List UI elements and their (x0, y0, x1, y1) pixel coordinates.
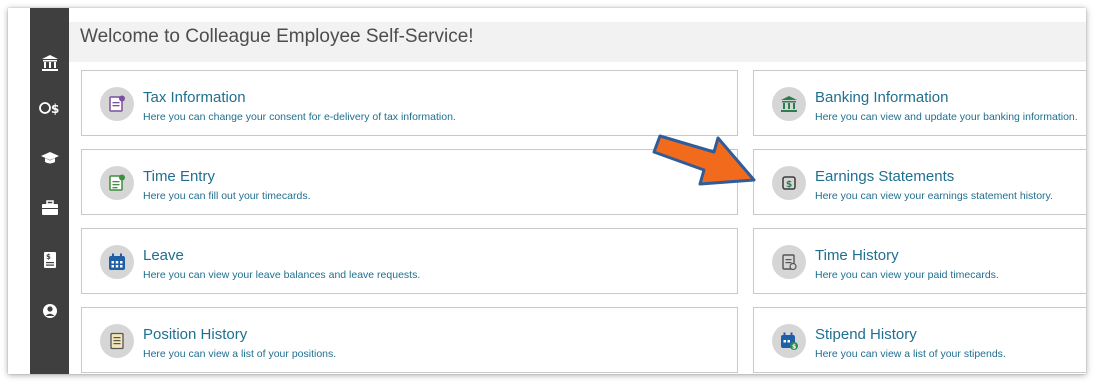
tile-icon-circle (100, 245, 134, 279)
sidebar-item-briefcase[interactable] (30, 196, 69, 220)
money-exchange-icon: $ (38, 102, 59, 116)
pay-stub-icon: $ (43, 252, 56, 268)
timecard-icon (109, 174, 125, 191)
bank-icon (781, 96, 797, 112)
tile-leave[interactable]: Leave Here you can view your leave balan… (81, 228, 738, 294)
tile-description: Here you can view your earnings statemen… (815, 190, 1053, 202)
sidebar-item-education[interactable] (30, 146, 69, 170)
tile-description: Here you can fill out your timecards. (143, 190, 311, 202)
calendar-icon (109, 253, 125, 270)
tile-icon-circle (100, 166, 134, 200)
pointer-arrow-icon (652, 134, 756, 186)
stipend-calendar-icon: $ (781, 332, 798, 351)
tile-icon-circle (100, 87, 134, 121)
page-header: Welcome to Colleague Employee Self-Servi… (69, 22, 1086, 62)
tile-description: Here you can view your leave balances an… (143, 269, 421, 281)
tile-description: Here you can view a list of your positio… (143, 348, 337, 360)
tile-tax-information[interactable]: Tax Information Here you can change your… (81, 70, 738, 136)
app-window: $ $ Welcome to Colleague Employee Self-S… (8, 8, 1086, 374)
tile-description: Here you can view and update your bankin… (815, 111, 1078, 123)
tile-description: Here you can view your paid timecards. (815, 269, 999, 281)
tile-time-entry[interactable]: Time Entry Here you can fill out your ti… (81, 149, 738, 215)
svg-text:$: $ (792, 344, 796, 351)
tile-description: Here you can change your consent for e-d… (143, 111, 456, 123)
sidebar-item-profile[interactable] (30, 299, 69, 323)
earnings-statement-icon: $ (782, 176, 796, 190)
tile-title[interactable]: Leave (143, 247, 184, 264)
tile-icon-circle (772, 87, 806, 121)
position-list-icon (110, 332, 124, 350)
tile-position-history[interactable]: Position History Here you can view a lis… (81, 307, 738, 373)
sidebar-item-bank[interactable] (30, 51, 69, 75)
tile-icon-circle: $ (772, 166, 806, 200)
sidebar-item-money[interactable]: $ (30, 96, 69, 120)
tile-title[interactable]: Earnings Statements (815, 168, 954, 185)
svg-text:$: $ (51, 102, 59, 116)
page-title: Welcome to Colleague Employee Self-Servi… (80, 26, 474, 47)
tile-title[interactable]: Banking Information (815, 89, 948, 106)
svg-text:$: $ (786, 180, 792, 190)
tile-icon-circle (100, 324, 134, 358)
tile-icon-circle: $ (772, 324, 806, 358)
sidebar: $ $ (30, 8, 69, 374)
tile-banking-information[interactable]: Banking Information Here you can view an… (753, 70, 1086, 136)
sidebar-item-paystub[interactable]: $ (30, 248, 69, 272)
tile-title[interactable]: Stipend History (815, 326, 917, 343)
bank-icon (41, 55, 58, 71)
tile-earnings-statements[interactable]: $ Earnings Statements Here you can view … (753, 149, 1086, 215)
user-icon (42, 304, 57, 318)
tile-title[interactable]: Tax Information (143, 89, 246, 106)
tax-document-icon (109, 95, 125, 112)
tile-stipend-history[interactable]: $ Stipend History Here you can view a li… (753, 307, 1086, 373)
tile-icon-circle (772, 245, 806, 279)
tile-description: Here you can view a list of your stipend… (815, 348, 1006, 360)
time-history-icon (782, 254, 797, 271)
svg-text:$: $ (46, 253, 51, 261)
tile-title[interactable]: Time History (815, 247, 899, 264)
tile-time-history[interactable]: Time History Here you can view your paid… (753, 228, 1086, 294)
graduation-cap-icon (40, 152, 59, 164)
tile-title[interactable]: Position History (143, 326, 247, 343)
tile-title[interactable]: Time Entry (143, 168, 215, 185)
briefcase-icon (41, 200, 58, 215)
